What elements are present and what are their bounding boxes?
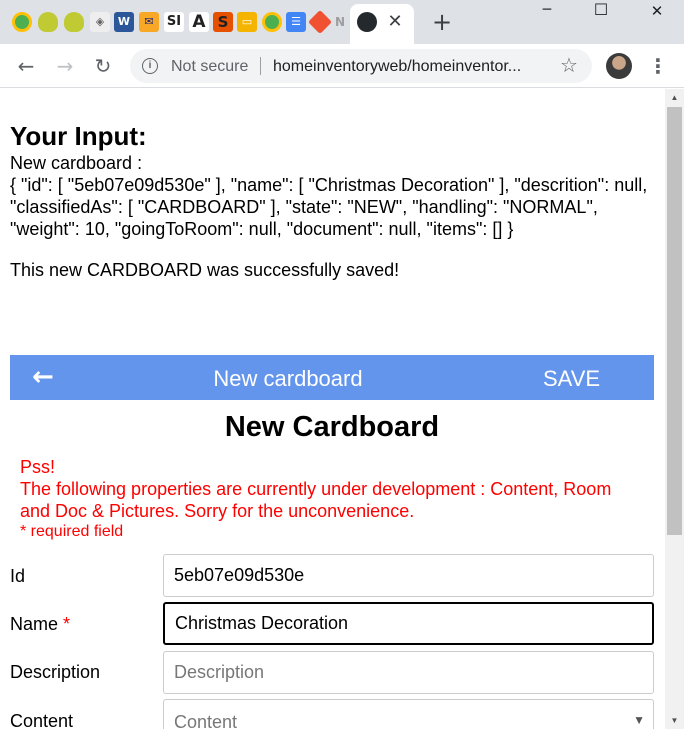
letter-s-icon[interactable]: S (213, 12, 233, 32)
warning-heading: Pss! (20, 457, 56, 477)
close-tab-icon[interactable]: ✕ (385, 12, 405, 32)
letter-a-icon[interactable]: A (189, 12, 209, 32)
form-title: New Cardboard (224, 411, 440, 443)
raw-input-block: New cardboard : { "id": [ "5eb07e09d530e… (10, 152, 658, 240)
content-label: Content (10, 711, 74, 729)
git-icon[interactable] (307, 9, 333, 35)
address-bar[interactable]: i Not secure homeinventoryweb/homeinvent… (130, 49, 592, 83)
chrome-circle-icon[interactable] (12, 12, 32, 32)
info-icon[interactable]: i (142, 58, 158, 74)
chevron-down-icon: ▼ (633, 713, 645, 727)
maximize-button[interactable]: ☐ (578, 0, 624, 22)
content-select[interactable]: Content ▼ (163, 699, 654, 729)
save-button[interactable]: SAVE (543, 366, 600, 392)
github-icon[interactable] (357, 12, 377, 32)
scroll-down-arrow-icon[interactable]: ▼ (665, 712, 684, 729)
app-bar: ← New cardboard SAVE (10, 355, 654, 400)
warning-text: The following properties are currently u… (20, 479, 612, 521)
minimize-button[interactable]: ─ (524, 0, 570, 22)
name-field[interactable] (163, 602, 654, 645)
security-status[interactable]: Not secure (171, 58, 248, 76)
success-message: This new CARDBOARD was successfully save… (10, 260, 400, 280)
forward-button[interactable]: → (53, 54, 77, 78)
docs-icon[interactable]: ☰ (286, 12, 306, 32)
page-content: Your Input: New cardboard : { "id": [ "5… (0, 89, 665, 729)
profile-avatar[interactable] (606, 53, 632, 79)
tab-strip: ◈ W ✉ SI A S ▭ ☰ N ✕ + ─ ☐ ✕ (0, 0, 684, 44)
bookmark-star-icon[interactable]: ☆ (560, 53, 578, 77)
word-icon[interactable]: W (114, 12, 134, 32)
page-scrollbar[interactable]: ▲ ▼ (665, 89, 684, 729)
slides-icon[interactable]: ▭ (237, 12, 257, 32)
chrome-circle-icon[interactable] (262, 12, 282, 32)
required-field-note: * required field (20, 523, 124, 540)
n-icon[interactable]: N (334, 12, 346, 32)
scroll-up-arrow-icon[interactable]: ▲ (665, 89, 684, 106)
kebab-menu-icon[interactable]: ⋮ (648, 54, 668, 78)
raw-input-json: { "id": [ "5eb07e09d530e" ], "name": [ "… (10, 175, 648, 239)
back-button[interactable]: ← (14, 54, 38, 78)
shield-yellow-icon[interactable] (38, 12, 58, 32)
mail-icon[interactable]: ✉ (139, 12, 159, 32)
content-select-placeholder: Content (174, 712, 238, 729)
description-field[interactable] (163, 651, 654, 694)
development-warning: Pss! The following properties are curren… (20, 456, 640, 522)
reload-button[interactable]: ↻ (91, 54, 115, 78)
browser-toolbar: ← → ↻ i Not secure homeinventoryweb/home… (0, 44, 684, 88)
name-label: Name * (10, 614, 70, 635)
raw-input-label: New cardboard : (10, 153, 143, 173)
address-divider (260, 57, 261, 75)
input-heading: Your Input: (10, 121, 147, 151)
new-tab-button[interactable]: + (430, 10, 454, 34)
url-text[interactable]: homeinventoryweb/homeinventor... (273, 58, 521, 76)
diamond-icon[interactable]: ◈ (90, 12, 110, 32)
scroll-thumb[interactable] (667, 107, 682, 535)
description-label: Description (10, 662, 101, 682)
si-icon[interactable]: SI (164, 12, 184, 32)
shield-yellow-icon[interactable] (64, 12, 84, 32)
app-bar-title: New cardboard (213, 366, 363, 391)
id-label: Id (10, 566, 26, 586)
required-asterisk: * (63, 614, 71, 634)
close-window-button[interactable]: ✕ (634, 0, 680, 22)
id-field[interactable] (163, 554, 654, 597)
name-label-text: Name (10, 614, 59, 634)
